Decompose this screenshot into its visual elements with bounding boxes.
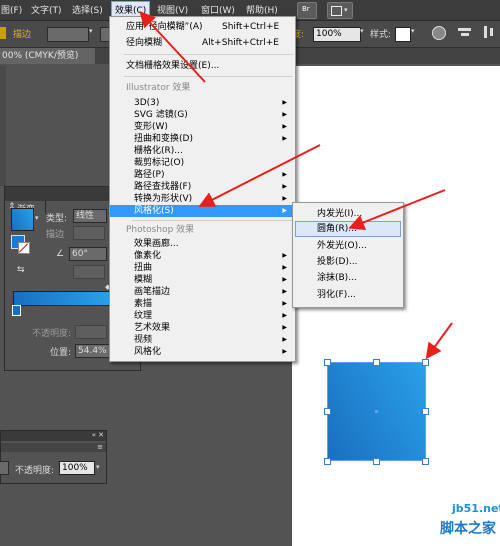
- watermark: jb51.net 脚本之家: [440, 502, 500, 537]
- arrow-to-round-corners: [348, 189, 446, 230]
- arrow-to-stylize: [198, 144, 321, 207]
- annotation-arrows: [139, 11, 453, 360]
- arrow-to-effect-menu: [139, 11, 206, 83]
- arrow-to-shape: [425, 322, 453, 360]
